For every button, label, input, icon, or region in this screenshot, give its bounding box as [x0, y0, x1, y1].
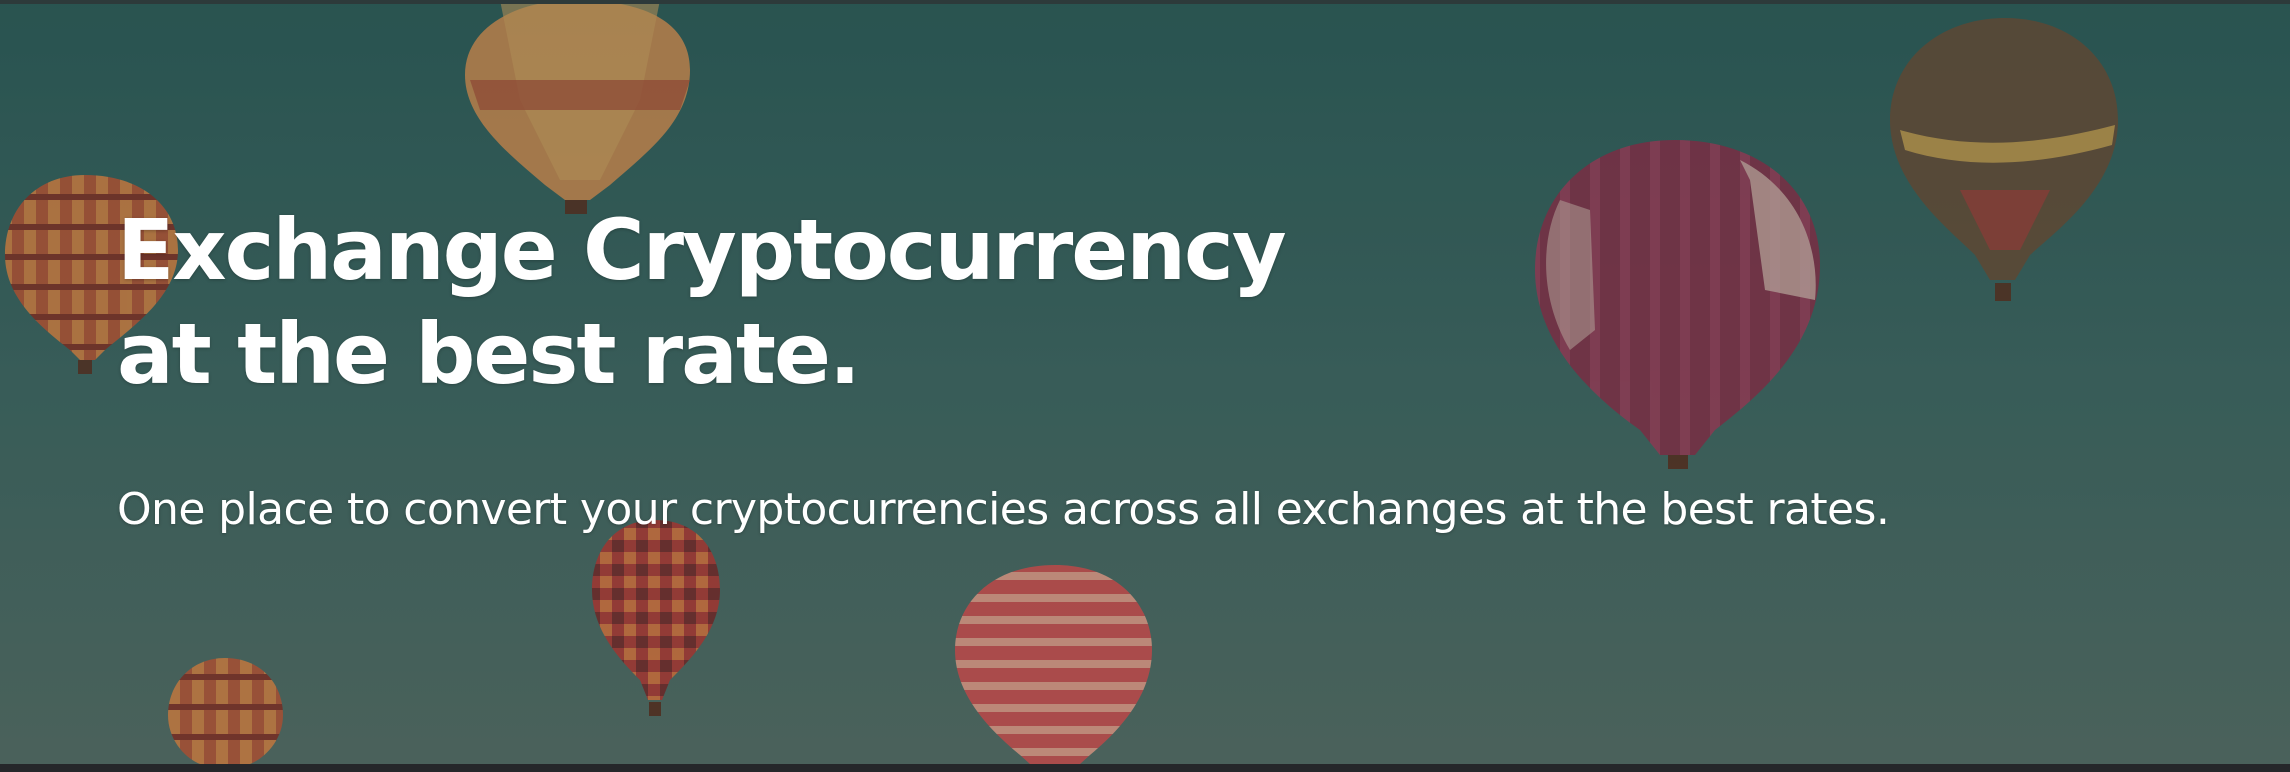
bottom-divider — [0, 764, 2290, 772]
hero-title-line-1: Exchange Cryptocurrency — [117, 201, 1287, 299]
hero-subtitle: One place to convert your cryptocurrenci… — [117, 484, 1890, 535]
hero-title: Exchange Cryptocurrency at the best rate… — [117, 198, 1517, 406]
hero-title-line-2: at the best rate. — [117, 305, 861, 403]
top-divider — [0, 0, 2290, 4]
hero-banner: Exchange Cryptocurrency at the best rate… — [0, 0, 2290, 764]
